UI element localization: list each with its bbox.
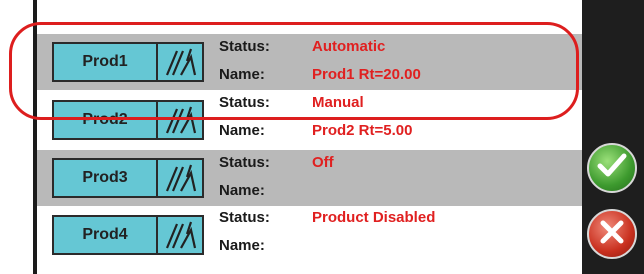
product-row-4: Prod4 Status: Product Disabled Name: <box>37 207 582 263</box>
name-label: Name: <box>219 237 265 254</box>
cancel-button[interactable] <box>587 209 637 259</box>
product-row-3: Prod3 Status: Off Name: <box>37 150 582 206</box>
prod4-button[interactable]: Prod4 <box>52 215 204 255</box>
name-label: Name: <box>219 182 265 199</box>
status-value: Product Disabled <box>312 209 436 226</box>
status-label: Status: <box>219 209 270 226</box>
status-label: Status: <box>219 154 270 171</box>
status-value: Off <box>312 154 334 171</box>
prod3-button-label: Prod3 <box>54 160 158 196</box>
row-highlight-circle <box>9 22 579 120</box>
ok-button[interactable] <box>587 143 637 193</box>
spray-boom-icon <box>158 160 202 196</box>
name-label: Name: <box>219 122 265 139</box>
prod4-button-label: Prod4 <box>54 217 158 253</box>
name-value: Prod2 Rt=5.00 <box>312 122 413 139</box>
prod3-button[interactable]: Prod3 <box>52 158 204 198</box>
close-x-icon <box>599 219 625 250</box>
checkmark-icon <box>596 152 628 185</box>
spray-boom-icon <box>158 217 202 253</box>
